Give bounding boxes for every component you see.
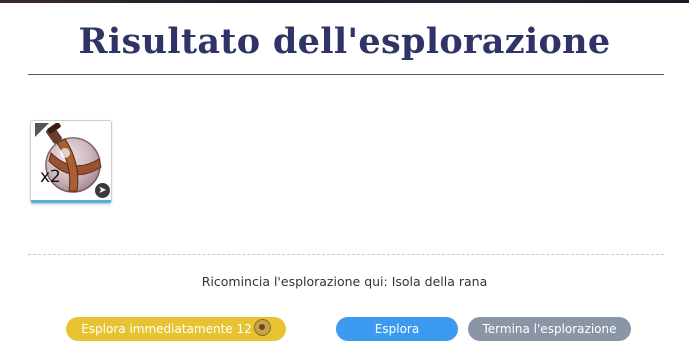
- reward-item-card[interactable]: x2 ➤: [30, 120, 112, 204]
- title-divider: [28, 74, 664, 75]
- exploration-result-dialog: Risultato dell'esplorazione x2 ➤ Ricomin…: [0, 3, 689, 359]
- explore-now-button[interactable]: Esplora immediatamente 12: [66, 317, 286, 341]
- explore-button[interactable]: Esplora: [336, 317, 458, 341]
- end-exploration-button[interactable]: Termina l'esplorazione: [468, 317, 631, 341]
- dialog-title: Risultato dell'esplorazione: [78, 21, 611, 62]
- item-rarity-bar: [31, 200, 111, 203]
- explore-now-label: Esplora immediatamente 12: [81, 322, 252, 336]
- restart-location-text: Ricomincia l'esplorazione qui: Isola del…: [201, 274, 488, 289]
- reward-quantity: x2: [40, 167, 61, 187]
- coin-icon: [253, 319, 271, 336]
- item-detail-arrow-icon[interactable]: ➤: [95, 183, 110, 198]
- section-divider: [28, 254, 664, 255]
